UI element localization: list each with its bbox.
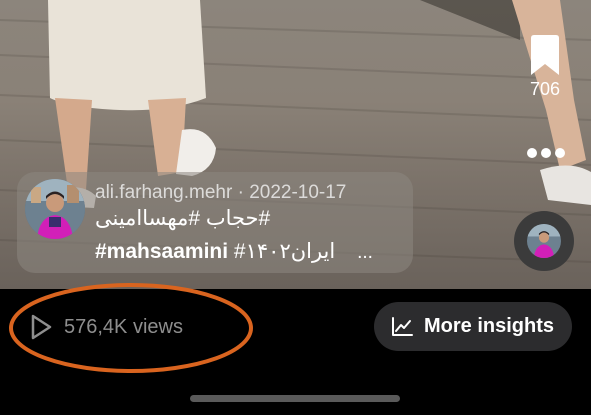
caption-hashtags-line2[interactable]: #mahsaamini #۱۴۰۲ایران ... [95,239,373,264]
bookmark-icon[interactable] [528,35,562,75]
hashtag-mahsaamini[interactable]: #mahsaamini [95,240,228,263]
more-insights-label: More insights [424,315,555,337]
more-insights-button[interactable]: More insights [374,302,572,351]
original-sound-avatar[interactable] [514,211,574,271]
caption-hashtags-line1[interactable]: #حجاب #مهساامینی [95,206,270,231]
sound-avatar-image [527,224,561,258]
views-counter: 576,4K views [30,313,183,341]
play-icon [31,314,52,340]
meta-separator: · [237,182,244,203]
author-avatar[interactable] [25,179,85,239]
bookmark-count: 706 [529,79,561,99]
more-dots-icon[interactable] [527,146,565,160]
chart-line-icon [392,316,413,336]
views-label: 576,4K views [64,315,183,338]
reel-screen: ali.farhang.mehr · 2022-10-17 #حجاب #مهس… [0,0,591,415]
hashtag-iran[interactable]: #۱۴۰۲ایران [234,240,335,263]
home-indicator[interactable] [190,395,400,402]
post-meta: ali.farhang.mehr · 2022-10-17 [95,182,346,204]
post-date: 2022-10-17 [249,182,347,203]
caption-more[interactable]: ... [357,242,373,263]
author-username[interactable]: ali.farhang.mehr [95,182,232,203]
